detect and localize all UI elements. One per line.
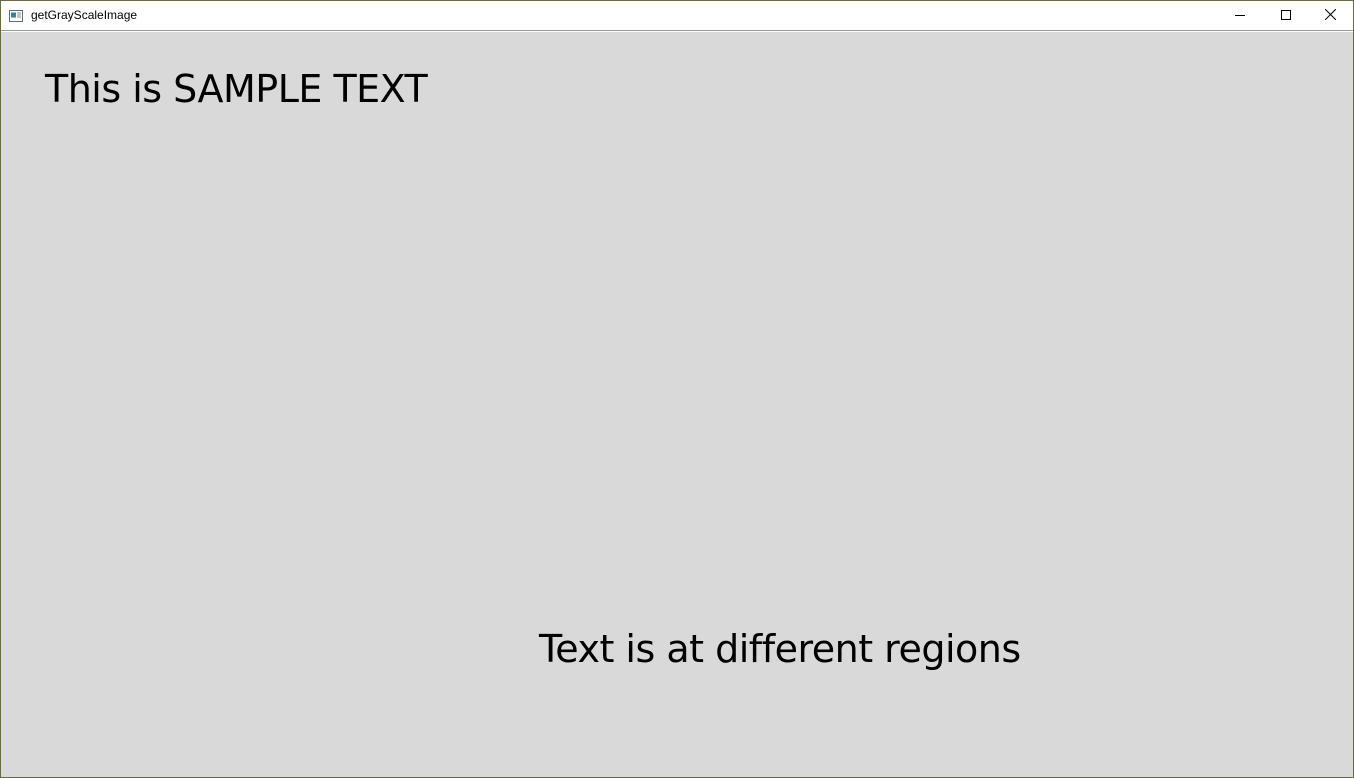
window-app-icon	[9, 9, 23, 22]
maximize-button[interactable]	[1263, 1, 1308, 30]
sample-text-top: This is SAMPLE TEXT	[45, 67, 428, 111]
minimize-button[interactable]	[1217, 1, 1262, 30]
maximize-icon	[1280, 7, 1291, 25]
close-button[interactable]	[1308, 1, 1353, 30]
title-bar[interactable]: getGrayScaleImage	[1, 1, 1353, 31]
minimize-icon	[1234, 7, 1245, 25]
app-window: getGrayScaleImage This is SAMPLE TEXT Te…	[0, 0, 1354, 778]
close-icon	[1324, 7, 1337, 25]
image-canvas: This is SAMPLE TEXT Text is at different…	[1, 32, 1353, 777]
sample-text-bottom: Text is at different regions	[539, 627, 1021, 671]
window-title: getGrayScaleImage	[31, 8, 138, 22]
